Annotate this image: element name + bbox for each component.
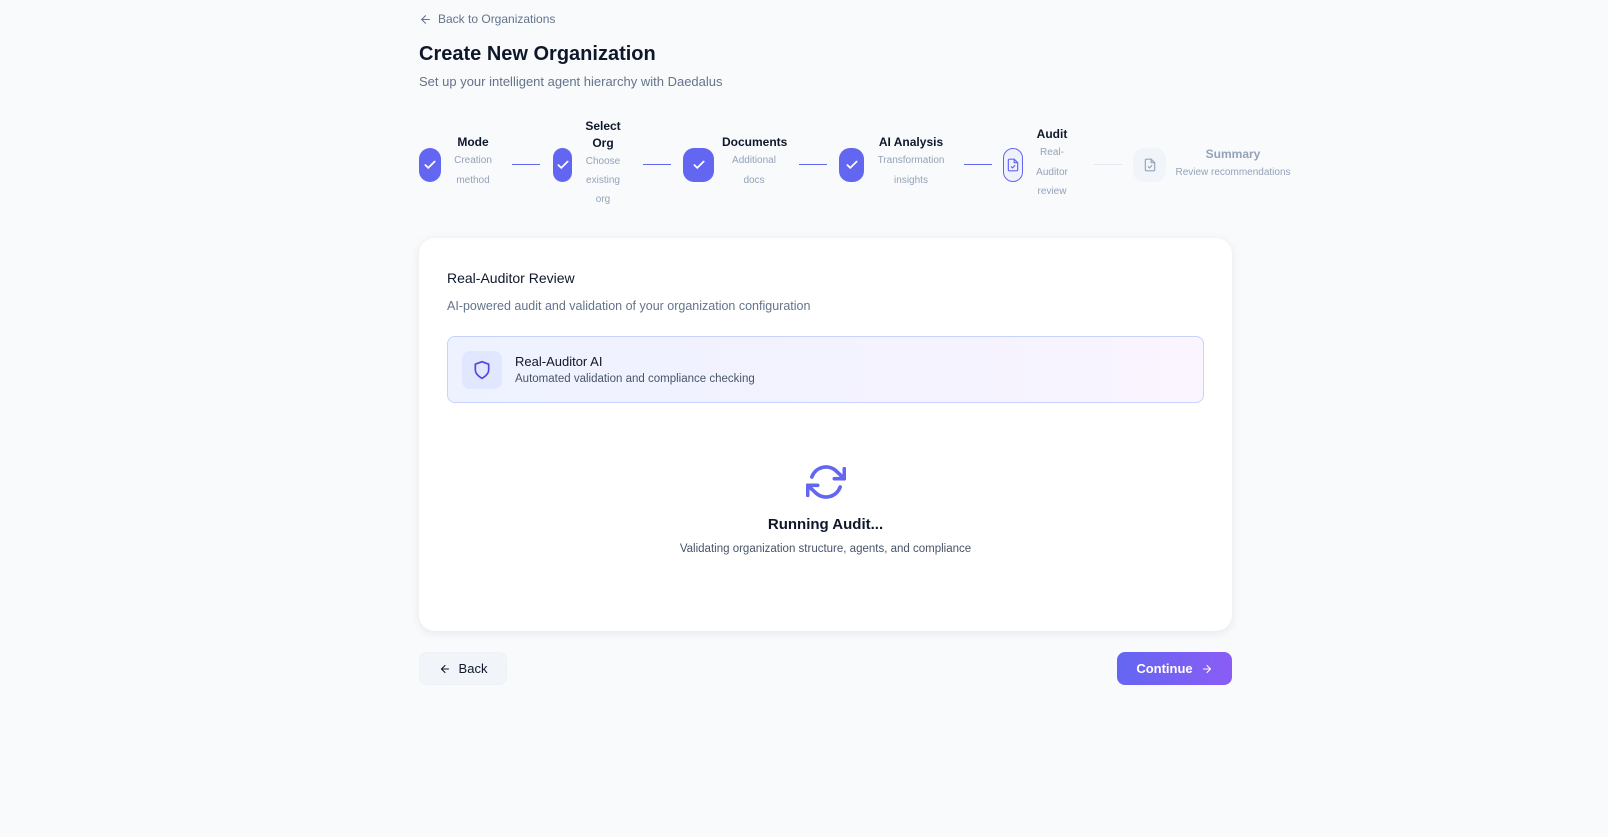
- step-connector: [799, 164, 827, 165]
- step-connector: [1094, 164, 1122, 165]
- step-label: Select: [585, 119, 621, 133]
- back-button[interactable]: Back: [419, 652, 507, 685]
- step-audit: Audit Real- Auditor review: [1031, 126, 1073, 202]
- progress-stepper: Mode Creation method Select Org Choose e…: [419, 118, 1299, 210]
- step-desc: Auditor: [1036, 166, 1068, 178]
- audit-loading-state: Running Audit... Validating organization…: [419, 462, 1232, 555]
- auditor-name: Real-Auditor AI: [515, 354, 603, 369]
- step-label: Summary: [1205, 147, 1261, 161]
- step-desc: Transformation: [877, 155, 945, 166]
- step-mode: Mode Creation method: [449, 134, 497, 191]
- step-label: AI Analysis: [878, 135, 944, 149]
- check-icon: [556, 160, 569, 169]
- running-audit-title: Running Audit...: [767, 516, 884, 533]
- audit-card: Real-Auditor Review AI-powered audit and…: [419, 238, 1232, 631]
- page-title: Create New Organization: [419, 43, 656, 65]
- step-documents-check[interactable]: [683, 148, 714, 182]
- step-label: Audit: [1036, 127, 1068, 141]
- continue-button-label: Continue: [1136, 661, 1193, 676]
- step-desc: existing: [586, 175, 620, 186]
- file-check-icon: [1144, 158, 1155, 172]
- back-to-organizations-link[interactable]: Back to Organizations: [419, 12, 555, 26]
- refresh-icon: [805, 465, 846, 499]
- card-title: Real-Auditor Review: [447, 270, 575, 286]
- step-label: Mode: [457, 135, 489, 149]
- continue-button[interactable]: Continue: [1117, 652, 1232, 685]
- step-desc: Additional: [732, 155, 776, 166]
- step-desc: docs: [743, 175, 765, 186]
- step-desc: Choose: [585, 156, 621, 167]
- step-desc: Real-: [1040, 147, 1064, 158]
- back-button-label: Back: [458, 661, 488, 676]
- step-summary-icon[interactable]: [1133, 148, 1166, 182]
- step-ai-analysis-check[interactable]: [839, 148, 864, 182]
- running-audit-description: Validating organization structure, agent…: [679, 543, 972, 555]
- step-label: Org: [592, 136, 614, 150]
- step-desc: Creation: [454, 155, 492, 166]
- check-icon: [424, 160, 436, 169]
- shield-icon: [474, 360, 490, 380]
- card-subtitle: AI-powered audit and validation of your …: [447, 299, 811, 313]
- step-documents: Documents Additional docs: [722, 134, 788, 191]
- check-icon: [845, 160, 858, 169]
- step-desc: Review recommendations: [1175, 167, 1291, 178]
- step-label: Documents: [722, 135, 788, 149]
- step-connector: [964, 164, 992, 165]
- step-connector: [512, 164, 540, 165]
- page-subtitle: Set up your intelligent agent hierarchy …: [419, 74, 723, 89]
- step-desc: method: [456, 175, 490, 186]
- step-ai-analysis: AI Analysis Transformation insights: [871, 134, 951, 191]
- step-summary: Summary Review recommendations: [1174, 146, 1292, 183]
- step-audit-icon[interactable]: [1003, 148, 1023, 182]
- step-mode-check[interactable]: [419, 148, 441, 182]
- check-icon: [692, 160, 705, 169]
- arrow-left-icon: [440, 664, 449, 673]
- auditor-description: Automated validation and compliance chec…: [515, 373, 755, 385]
- arrow-right-icon: [1202, 664, 1211, 673]
- file-check-icon: [1007, 158, 1019, 172]
- step-connector: [643, 164, 671, 165]
- auditor-icon-container: [462, 351, 502, 389]
- auditor-info-box: Real-Auditor AI Automated validation and…: [447, 336, 1204, 403]
- step-select-org-check[interactable]: [553, 148, 572, 182]
- arrow-left-icon: [421, 14, 430, 24]
- step-select-org: Select Org Choose existing org: [578, 118, 628, 209]
- step-desc: review: [1037, 186, 1067, 197]
- back-link-label: Back to Organizations: [438, 12, 556, 26]
- step-desc: insights: [894, 175, 928, 186]
- step-desc: org: [595, 194, 611, 205]
